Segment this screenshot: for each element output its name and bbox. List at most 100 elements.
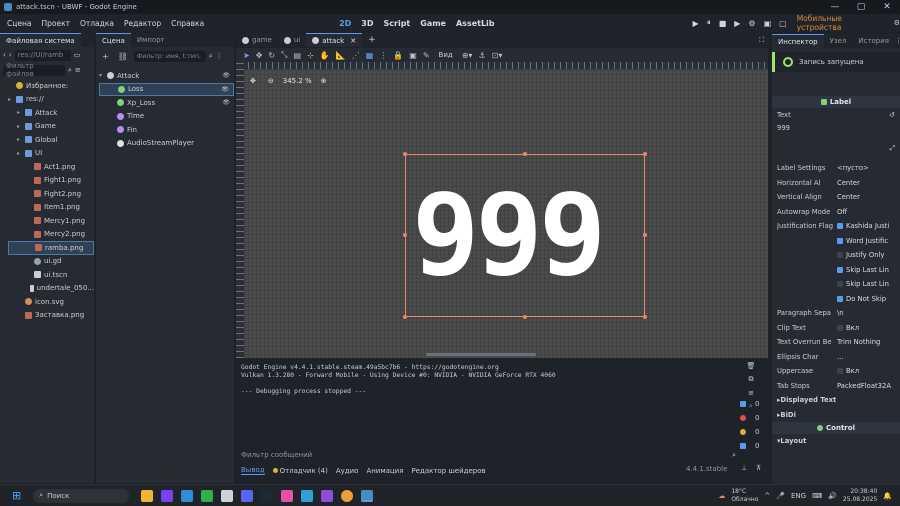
file-item[interactable]: ramba.png <box>8 241 94 255</box>
rotate-tool-icon[interactable]: ↻ <box>268 51 275 60</box>
horizontal-scrollbar[interactable] <box>426 353 536 356</box>
file-item[interactable]: ▸ res:// <box>8 93 94 107</box>
zoom-level[interactable]: 345.2 % <box>278 77 317 85</box>
file-item[interactable]: ui.tscn <box>8 268 94 282</box>
tab-filesystem[interactable]: Файловая система <box>0 33 81 47</box>
ruler-tool-icon[interactable]: 📐 <box>336 51 346 60</box>
snap-icon[interactable]: ⋰ <box>352 51 360 60</box>
property-value[interactable]: Center <box>837 179 900 187</box>
text-value-field[interactable]: 999 ⤢ <box>772 121 900 161</box>
resize-handle[interactable] <box>523 152 527 156</box>
menu-item[interactable]: Проект <box>36 19 75 28</box>
chevron-icon[interactable]: ▸ <box>17 123 25 130</box>
chevron-icon[interactable]: ▸ <box>17 109 25 116</box>
resize-handle[interactable] <box>643 233 647 237</box>
taskbar-search[interactable]: ⌕ Поиск <box>33 488 130 503</box>
chevron-icon[interactable]: ▸ <box>8 96 16 103</box>
property-value[interactable]: Вкл <box>837 324 900 332</box>
resize-handle[interactable] <box>643 152 647 156</box>
property-row[interactable]: Paragraph Sepa \n <box>772 306 900 321</box>
property-value[interactable]: Trim Nothing <box>837 338 900 346</box>
property-row[interactable]: Autowrap Mode Off <box>772 205 900 220</box>
file-item[interactable]: undertale_050... <box>8 282 94 296</box>
bottom-tab[interactable]: Вывод <box>241 466 265 475</box>
mic-icon[interactable]: 🎤 <box>776 492 785 500</box>
back-icon[interactable]: ‹ <box>3 51 6 59</box>
more-icon[interactable]: ⋮ <box>216 52 223 60</box>
pivot-icon[interactable]: ⊹ <box>307 51 314 60</box>
container-icon[interactable]: ⊡▾ <box>492 51 503 60</box>
property-row[interactable]: Clip Text Вкл <box>772 321 900 336</box>
property-row[interactable]: Uppercase Вкл <box>772 364 900 379</box>
app-icon[interactable] <box>301 489 314 502</box>
menu-item[interactable]: Справка <box>166 19 209 28</box>
resize-handle[interactable] <box>643 315 647 319</box>
property-value[interactable]: Word Justific <box>837 237 900 245</box>
distraction-free-icon[interactable]: ⛶ <box>759 36 764 45</box>
property-value[interactable]: PackedFloat32A <box>837 382 900 390</box>
clock[interactable]: 20:38:40 25.08.2025 <box>843 488 877 504</box>
zoom-in-icon[interactable]: ⊕ <box>321 77 327 85</box>
property-row[interactable]: Label Settings <пусто> <box>772 161 900 176</box>
steam-icon[interactable] <box>261 489 274 502</box>
app-icon[interactable] <box>161 489 174 502</box>
tab-scene[interactable]: Сцена <box>96 33 131 47</box>
menu-item[interactable]: Редактор <box>119 19 166 28</box>
file-item[interactable]: ui.gd <box>8 255 94 269</box>
pin-icon[interactable]: ⊥ <box>741 464 747 472</box>
checkbox[interactable] <box>837 368 843 375</box>
expand-icon[interactable]: ⤢ <box>890 144 895 153</box>
settings-icon[interactable]: ⚙ <box>894 19 900 27</box>
property-row[interactable]: Skip Last Lin <box>772 277 900 292</box>
scene-node[interactable]: ▾ Attack 👁 <box>99 69 234 83</box>
property-value[interactable]: Off <box>837 208 900 216</box>
editor-messages-icon[interactable] <box>740 443 746 449</box>
messages-filter-icon[interactable] <box>740 401 746 407</box>
run-control-icon[interactable]: ▶ <box>734 19 740 28</box>
forward-icon[interactable]: › <box>9 51 12 59</box>
run-control-icon[interactable]: ▣ <box>764 19 772 28</box>
menu-item[interactable]: Сцена <box>2 19 36 28</box>
resize-handle[interactable] <box>403 315 407 319</box>
run-control-icon[interactable]: ⚙ <box>748 19 755 28</box>
file-item[interactable]: ▸ Attack <box>8 106 94 120</box>
pan-tool-icon[interactable]: ✋ <box>320 51 330 60</box>
pan-center-icon[interactable]: ✥ <box>250 77 256 85</box>
scene-filter-input[interactable]: Фильтр: имя, t:тип, <box>133 50 206 62</box>
checkbox[interactable] <box>837 223 843 230</box>
view-menu[interactable]: Вид <box>439 51 453 59</box>
move-tool-icon[interactable]: ✥ <box>256 51 263 60</box>
property-row[interactable]: Tab Stops PackedFloat32A <box>772 379 900 394</box>
close-button[interactable]: ✕ <box>874 2 900 12</box>
property-value[interactable]: Do Not Skip <box>837 295 900 303</box>
checkbox[interactable] <box>837 281 843 288</box>
file-item[interactable]: Избранное: <box>8 79 94 93</box>
group-layout[interactable]: ▾ Layout <box>772 434 900 449</box>
property-value[interactable]: Skip Last Lin <box>837 266 900 274</box>
add-node-icon[interactable]: + <box>102 52 109 61</box>
workspace-assetlib[interactable]: AssetLib <box>456 19 495 28</box>
checkbox[interactable] <box>837 252 843 259</box>
visibility-icon[interactable]: 👁 <box>221 86 229 93</box>
run-control-icon[interactable]: ⏸ <box>707 18 711 28</box>
editor-tab-attack[interactable]: attack ✕ <box>306 33 363 47</box>
scene-node[interactable]: Loss 👁 <box>99 82 234 96</box>
workspace-script[interactable]: Script <box>384 19 411 28</box>
label-selection-box[interactable] <box>405 154 645 317</box>
checkbox[interactable] <box>837 324 843 331</box>
clear-output-icon[interactable]: 🗑 <box>747 362 756 370</box>
run-control-icon[interactable]: ■ <box>719 19 727 28</box>
language-indicator[interactable]: ENG <box>791 492 806 500</box>
scale-tool-icon[interactable]: ⤡ <box>281 50 287 60</box>
mobile-renderer-label[interactable]: Мобильные устройства <box>797 14 889 32</box>
workspace-2d[interactable]: 2D <box>339 19 351 28</box>
bottom-tab[interactable]: Анимация <box>366 467 403 475</box>
file-item[interactable]: Mercy1.png <box>8 214 94 228</box>
lock-icon[interactable]: 🔒 <box>393 51 403 60</box>
scene-node[interactable]: Time <box>99 110 234 124</box>
file-item[interactable]: ▸ Global <box>8 133 94 147</box>
property-row[interactable]: Word Justific <box>772 234 900 249</box>
store-icon[interactable] <box>181 489 194 502</box>
selectable-icon[interactable]: ▤ <box>294 51 302 60</box>
file-item[interactable]: ▸ Game <box>8 120 94 134</box>
